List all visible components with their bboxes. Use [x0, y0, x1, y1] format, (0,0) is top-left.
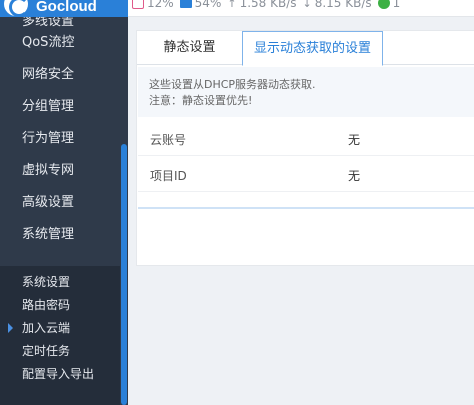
submenu-item-join-cloud[interactable]: 加入云端 — [0, 317, 120, 340]
users-value: 1 — [392, 0, 401, 10]
sidebar-item-system[interactable]: 系统管理 — [0, 219, 128, 251]
project-id-value: 无 — [348, 169, 361, 183]
cpu-icon — [132, 0, 144, 9]
cloud-account-value: 无 — [348, 133, 361, 147]
table-row: 项目ID 无 — [138, 156, 474, 192]
status-bar: 12% 54% ↑ 1.58 KB/s ↓ 8.15 KB/s 1 — [132, 0, 400, 10]
memory-value: 54% — [194, 0, 222, 10]
cpu-stat: 12% — [132, 0, 174, 10]
download-stat: ↓ 8.15 KB/s — [303, 0, 372, 10]
project-id-label: 项目ID — [150, 169, 187, 183]
download-value: 8.15 KB/s — [314, 0, 372, 10]
sidebar-item-groups[interactable]: 分组管理 — [0, 91, 128, 123]
cpu-value: 12% — [147, 0, 174, 10]
submenu-item-config-import-export[interactable]: 配置导入导出 — [0, 363, 120, 386]
online-user-icon — [377, 0, 390, 9]
panel-divider — [138, 207, 474, 209]
content-panel: 静态设置 显示动态获取的设置 这些设置从DHCP服务器动态获取. 注意：静态设置… — [136, 30, 474, 266]
sidebar-scrollbar-thumb[interactable] — [121, 144, 127, 405]
notice-line-1: 这些设置从DHCP服务器动态获取. — [149, 78, 316, 91]
upload-value: 1.58 KB/s — [239, 0, 297, 10]
cloud-account-label: 云账号 — [150, 133, 187, 147]
notice-line-2: 注意：静态设置优先! — [149, 94, 253, 107]
system-submenu: 系统设置 路由密码 加入云端 定时任务 配置导入导出 — [0, 266, 120, 405]
brand-logo[interactable]: Gocloud — [0, 0, 128, 17]
memory-stat: 54% — [179, 0, 222, 10]
users-stat: 1 — [377, 0, 401, 10]
sidebar-item-security[interactable]: 网络安全 — [0, 59, 128, 91]
sidebar: 多线设置 QoS流控 网络安全 分组管理 行为管理 虚拟专网 高级设置 系统管理… — [0, 17, 128, 405]
sidebar-item-vpn[interactable]: 虚拟专网 — [0, 155, 128, 187]
submenu-item-scheduled-tasks[interactable]: 定时任务 — [0, 340, 120, 363]
upload-stat: ↑ 1.58 KB/s — [227, 0, 296, 10]
download-arrow-icon: ↓ — [302, 0, 312, 10]
sidebar-item-qos[interactable]: QoS流控 — [0, 27, 128, 59]
table-row: 云账号 无 — [138, 120, 474, 156]
tab-static-settings[interactable]: 静态设置 — [137, 31, 242, 65]
sidebar-item-advanced[interactable]: 高级设置 — [0, 187, 128, 219]
memory-icon — [179, 0, 192, 8]
tab-dynamic-settings[interactable]: 显示动态获取的设置 — [242, 31, 383, 66]
submenu-item-system-settings[interactable]: 系统设置 — [0, 271, 120, 294]
top-bar: Gocloud 12% 54% ↑ 1.58 KB/s ↓ 8.15 KB/s … — [0, 0, 474, 17]
upload-arrow-icon: ↑ — [227, 0, 237, 10]
submenu-item-router-password[interactable]: 路由密码 — [0, 294, 120, 317]
settings-tabs: 静态设置 显示动态获取的设置 — [137, 31, 474, 66]
gocloud-logo-icon — [4, 0, 29, 17]
sidebar-item-behavior[interactable]: 行为管理 — [0, 123, 128, 155]
sidebar-item-multiline[interactable]: 多线设置 — [0, 17, 128, 27]
brand-name: Gocloud — [36, 0, 97, 15]
dhcp-notice: 这些设置从DHCP服务器动态获取. 注意：静态设置优先! — [138, 67, 474, 117]
